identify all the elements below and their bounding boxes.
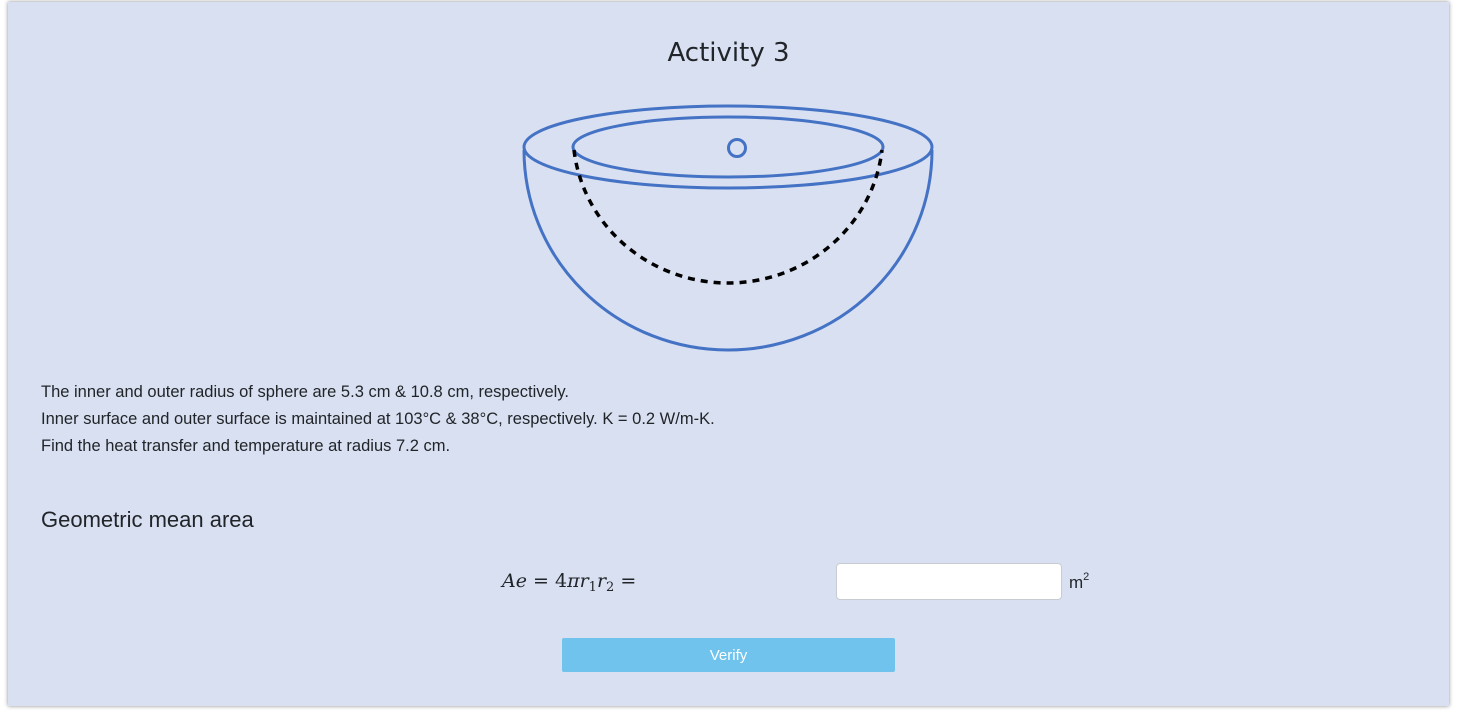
section-title: Geometric mean area — [41, 507, 254, 532]
formula-coefficient: 4 — [554, 570, 568, 592]
activity-card: Activity 3 The inner and outer radius of… — [8, 2, 1449, 706]
page-title: Activity 3 — [667, 38, 790, 68]
formula-equals: = — [533, 570, 549, 592]
formula-r1: r — [579, 570, 589, 592]
problem-line-temperature: Inner surface and outer surface is maint… — [41, 410, 715, 428]
unit-label: m2 — [1069, 571, 1089, 593]
formula-equals-trailing: = — [620, 570, 637, 592]
unit-base: m — [1069, 573, 1084, 592]
formula: Ae = 4πr1r2 = — [502, 570, 636, 595]
hemisphere-diagram — [522, 104, 934, 352]
formula-r2: r — [596, 570, 607, 592]
formula-sub1: 1 — [588, 580, 597, 595]
problem-statement: The inner and outer radius of sphere are… — [41, 379, 715, 460]
formula-sub2: 2 — [606, 580, 615, 595]
center-marker — [727, 138, 747, 158]
unit-exponent: 2 — [1083, 571, 1090, 583]
problem-line-question: Find the heat transfer and temperature a… — [41, 437, 451, 455]
formula-pi: π — [567, 570, 580, 592]
formula-lhs: Ae — [502, 570, 527, 592]
geometric-mean-area-input[interactable] — [836, 563, 1062, 600]
problem-line-radius: The inner and outer radius of sphere are… — [41, 383, 569, 401]
verify-button[interactable]: Verify — [562, 638, 895, 672]
outer-bowl — [522, 149, 934, 352]
